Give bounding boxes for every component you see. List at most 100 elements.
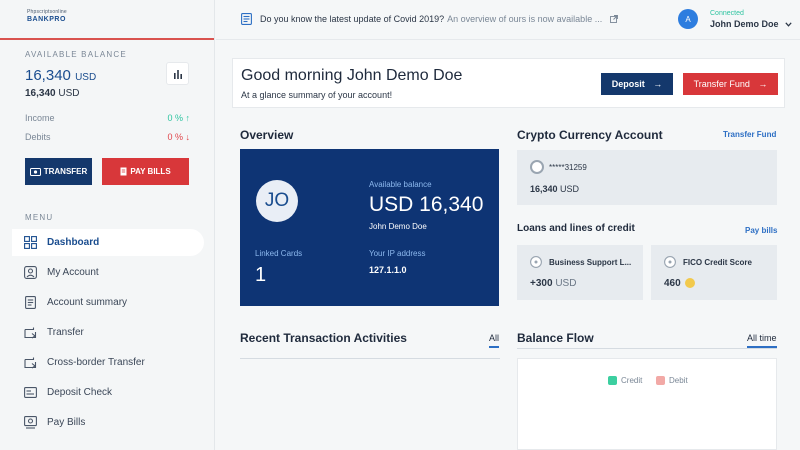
crypto-transfer-fund-link[interactable]: Transfer Fund — [723, 130, 776, 139]
news-banner[interactable]: Do you know the latest update of Covid 2… — [241, 13, 626, 25]
balance-panel: AVAILABLE BALANCE 16,340 USD 16,340 USD … — [0, 40, 214, 186]
fico-credit-score-card[interactable]: FICO Credit Score 460 — [651, 245, 777, 300]
transfer-icon — [24, 327, 37, 339]
greeting-panel: Good morning John Demo Doe At a glance s… — [232, 58, 785, 108]
receipt-icon — [120, 167, 127, 176]
crypto-account-id: *****31259 — [549, 163, 587, 172]
sidebar-item-label: Deposit Check — [47, 387, 113, 398]
crypto-balance: 16,340 USD — [530, 184, 580, 194]
bar-chart-button[interactable] — [166, 62, 189, 85]
user-name: John Demo Doe — [710, 19, 792, 29]
user-initials-avatar: JO — [256, 180, 298, 222]
bar-chart-icon — [173, 69, 182, 79]
sidebar-item-account-summary[interactable]: Account summary — [12, 289, 204, 316]
overview-title: Overview — [240, 128, 294, 142]
available-balance-label: Available balance — [369, 180, 432, 189]
debits-row: Debits 0 % ↓ — [25, 132, 190, 142]
sidebar-item-label: Cross-border Transfer — [47, 357, 145, 368]
sidebar-item-label: My Account — [47, 267, 99, 278]
recent-transactions-title: Recent Transaction Activities — [240, 331, 407, 345]
sidebar-item-deposit-check[interactable]: Deposit Check — [12, 379, 204, 406]
balance-currency: USD — [75, 72, 97, 83]
recent-divider — [240, 358, 500, 359]
transfer-fund-button[interactable]: Transfer Fund → — [683, 73, 778, 95]
tab-all[interactable]: All — [489, 333, 500, 348]
balance-flow-chart: Credit Debit — [517, 358, 777, 450]
sidebar-transfer-button[interactable]: TRANSFER — [25, 158, 92, 185]
menu-heading: MENU — [25, 213, 54, 222]
grid-icon — [24, 236, 37, 249]
flow-divider — [517, 348, 777, 349]
sidebar-item-label: Transfer — [47, 327, 84, 338]
greeting-subtitle: At a glance summary of your account! — [241, 90, 393, 100]
user-info: Connected John Demo Doe — [710, 10, 792, 29]
greeting-title: Good morning John Demo Doe — [241, 67, 463, 84]
sidebar-item-cross-border-transfer[interactable]: Cross-border Transfer — [12, 349, 204, 376]
transfer-label: TRANSFER — [43, 167, 88, 176]
avatar[interactable]: A — [678, 9, 698, 29]
income-label: Income — [25, 113, 55, 123]
brand-logo[interactable]: Phpscriptsonline BANKPRO — [0, 0, 214, 40]
balance-sub-currency: USD — [58, 88, 80, 99]
balance-sub-amount: 16,340 — [25, 88, 56, 99]
income-value: 0 % ↑ — [167, 113, 190, 123]
fico-credit-score-value: 460 — [664, 278, 695, 289]
sidebar-item-transfer[interactable]: Transfer — [12, 319, 204, 346]
available-balance-amount: USD 16,340 — [369, 193, 484, 216]
loans-title: Loans and lines of credit — [517, 223, 635, 234]
user-icon — [24, 266, 37, 279]
legend-credit[interactable]: Credit — [608, 376, 642, 385]
income-row: Income 0 % ↑ — [25, 113, 190, 123]
top-bar: Do you know the latest update of Covid 2… — [216, 0, 800, 40]
account-holder-name: John Demo Doe — [369, 222, 427, 231]
coin-icon — [684, 278, 695, 289]
chevron-down-icon — [785, 21, 792, 27]
bill-icon — [24, 416, 37, 429]
balance-flow-title: Balance Flow — [517, 331, 594, 345]
crypto-account-card[interactable]: *****31259 16,340 USD — [517, 150, 777, 205]
sidebar-item-my-account[interactable]: My Account — [12, 259, 204, 286]
linked-cards-label: Linked Cards — [255, 249, 303, 258]
debits-value: 0 % ↓ — [167, 132, 190, 142]
ip-address-label: Your IP address — [369, 249, 426, 258]
tab-all-time[interactable]: All time — [747, 333, 777, 348]
sidebar-item-dashboard[interactable]: Dashboard — [12, 229, 204, 256]
connection-status: Connected — [710, 9, 744, 17]
sidebar: Phpscriptsonline BANKPRO AVAILABLE BALAN… — [0, 0, 215, 450]
arrow-right-icon: → — [653, 79, 663, 89]
credit-swatch — [608, 376, 617, 385]
user-menu[interactable]: A Connected John Demo Doe — [678, 9, 792, 29]
balance-amount: 16,340 — [25, 67, 71, 84]
legend-debit[interactable]: Debit — [656, 376, 688, 385]
arrow-up-icon: ↑ — [185, 113, 191, 123]
linked-cards-count: 1 — [255, 264, 267, 286]
news-title: Do you know the latest update of Covid 2… — [260, 14, 445, 24]
available-balance-label: AVAILABLE BALANCE — [25, 50, 127, 59]
sidebar-pay-bills-button[interactable]: PAY BILLS — [102, 158, 189, 185]
gauge-icon — [664, 256, 676, 268]
sidebar-item-label: Account summary — [47, 297, 128, 308]
arrow-right-icon: → — [758, 79, 768, 89]
brand-name: BANKPRO — [27, 16, 66, 23]
ip-address-value: 127.1.1.0 — [369, 265, 407, 275]
crypto-title: Crypto Currency Account — [517, 128, 663, 142]
sidebar-item-pay-bills[interactable]: Pay Bills — [12, 409, 204, 436]
overview-card: JO Available balance USD 16,340 John Dem… — [240, 149, 499, 306]
fico-credit-score-title: FICO Credit Score — [683, 258, 752, 267]
news-icon — [241, 13, 252, 25]
debit-swatch — [656, 376, 665, 385]
external-link-icon[interactable] — [610, 15, 619, 23]
sidebar-item-label: Dashboard — [47, 237, 100, 248]
sidebar-item-label: Pay Bills — [47, 417, 86, 428]
balance-sub-value: 16,340 USD — [25, 88, 214, 99]
debits-label: Debits — [25, 132, 51, 142]
arrow-down-icon: ↓ — [185, 132, 191, 142]
pay-bills-link[interactable]: Pay bills — [745, 226, 777, 235]
sidebar-menu: Dashboard My Account Account summary Tra… — [12, 229, 204, 439]
globe-transfer-icon — [24, 357, 37, 369]
news-subtitle: An overview of ours is now available ... — [447, 14, 603, 24]
clock-icon — [530, 256, 542, 268]
deposit-button[interactable]: Deposit → — [601, 73, 673, 95]
pay-bills-label: PAY BILLS — [130, 167, 171, 176]
business-support-card[interactable]: Business Support L... +300 USD — [517, 245, 643, 300]
